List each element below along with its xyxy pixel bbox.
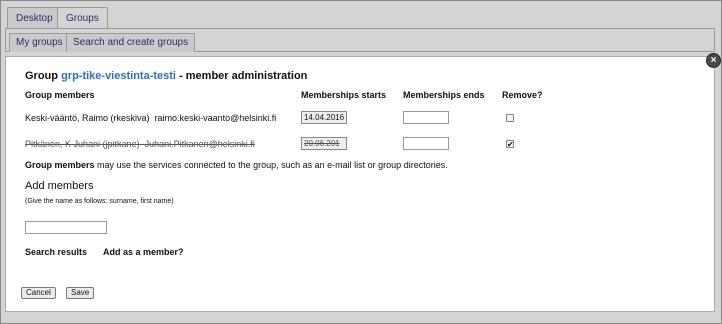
remove-checkbox[interactable]: ✔	[506, 140, 514, 149]
subtab-my-groups-label: My groups	[16, 37, 63, 48]
dialog-title: Group grp-tike-viestinta-testi - member …	[25, 70, 307, 82]
close-icon[interactable]: ×	[706, 53, 721, 68]
add-members-hint: (Give the name as follows: surname, firs…	[25, 198, 174, 205]
info-rest: may use the services connected to the gr…	[94, 160, 448, 170]
add-as-member-label: Add as a member?	[103, 247, 184, 257]
subtab-my-groups[interactable]: My groups	[9, 33, 70, 52]
group-name: grp-tike-viestinta-testi	[61, 70, 176, 82]
membership-start-field[interactable]: 20.06.201	[301, 137, 347, 150]
tab-desktop-label: Desktop	[16, 13, 53, 24]
membership-start-field[interactable]: 14.04.2016	[301, 111, 347, 124]
tab-desktop[interactable]: Desktop	[7, 7, 62, 29]
tab-groups-label: Groups	[66, 13, 99, 24]
header-remove: Remove?	[502, 90, 543, 100]
subtab-search-create[interactable]: Search and create groups	[66, 33, 196, 52]
subtab-search-create-label: Search and create groups	[73, 37, 189, 48]
group-info-text: Group members may use the services conne…	[25, 160, 448, 170]
membership-end-field[interactable]	[403, 111, 449, 124]
remove-checkbox[interactable]	[506, 114, 514, 122]
subtabs-bar: My groups Search and create groups	[5, 28, 715, 52]
app-frame: Desktop Groups My groups Search and crea…	[0, 0, 722, 324]
member-name: Pitkänen, K Juhani (jpitkane)	[25, 139, 140, 149]
member-admin-dialog: Group grp-tike-viestinta-testi - member …	[5, 56, 715, 312]
member-row: Pitkänen, K Juhani (jpitkane) Juhani.Pit…	[25, 139, 255, 149]
title-suffix: - member administration	[179, 70, 308, 82]
header-ends: Memberships ends	[403, 90, 485, 100]
member-email: Juhani.Pitkanen@helsinki.fi	[144, 139, 255, 149]
membership-end-field[interactable]	[403, 137, 449, 150]
add-members-heading: Add members	[25, 180, 94, 192]
member-name-input[interactable]	[25, 221, 107, 234]
header-members: Group members	[25, 90, 95, 100]
save-button[interactable]: Save	[66, 287, 95, 299]
member-name: Keski-vääntö, Raimo (rkeskiva)	[25, 113, 150, 123]
member-email: raimo.keski-vaanto@helsinki.fi	[154, 113, 277, 123]
info-bold: Group members	[25, 160, 95, 170]
header-starts: Memberships starts	[301, 90, 387, 100]
cancel-button[interactable]: Cancel	[21, 287, 56, 299]
title-prefix: Group	[25, 70, 58, 82]
tab-groups[interactable]: Groups	[57, 7, 108, 29]
search-results-label: Search results	[25, 247, 88, 257]
member-row: Keski-vääntö, Raimo (rkeskiva) raimo.kes…	[25, 113, 276, 123]
